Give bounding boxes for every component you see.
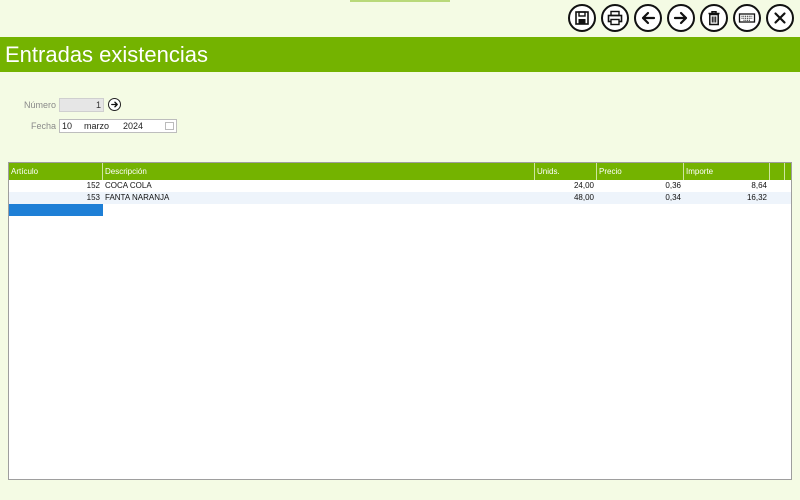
- close-button[interactable]: [766, 4, 794, 32]
- next-button[interactable]: [667, 4, 695, 32]
- table-row[interactable]: 152 COCA COLA 24,00 0,36 8,64: [9, 180, 791, 192]
- numero-input[interactable]: 1: [59, 98, 104, 112]
- cell-unids[interactable]: 48,00: [535, 192, 597, 204]
- cell-descripcion[interactable]: COCA COLA: [103, 180, 535, 192]
- go-arrow-icon[interactable]: [108, 98, 121, 111]
- print-button[interactable]: [601, 4, 629, 32]
- previous-button[interactable]: [634, 4, 662, 32]
- cell-articulo[interactable]: 153: [9, 192, 103, 204]
- trash-icon: [708, 11, 720, 26]
- table-row[interactable]: 153 FANTA NARANJA 48,00 0,34 16,32: [9, 192, 791, 204]
- cell-unids[interactable]: 24,00: [535, 180, 597, 192]
- keyboard-icon: [738, 13, 756, 23]
- fecha-label: Fecha: [30, 121, 56, 131]
- cell-precio[interactable]: 0,34: [597, 192, 684, 204]
- arrow-left-icon: [641, 11, 656, 25]
- cell-descripcion[interactable]: FANTA NARANJA: [103, 192, 535, 204]
- cell-importe[interactable]: 8,64: [684, 180, 770, 192]
- save-icon: [575, 11, 589, 25]
- fecha-date-field[interactable]: 10 marzo 2024: [59, 119, 177, 133]
- column-header-descripcion[interactable]: Descripción: [103, 163, 535, 180]
- selected-articulo-cell[interactable]: [9, 204, 103, 216]
- fecha-month: marzo: [84, 121, 110, 131]
- new-entry-row[interactable]: [9, 204, 791, 216]
- page-title: Entradas existencias: [5, 41, 208, 67]
- keyboard-button[interactable]: [733, 4, 761, 32]
- column-header-importe[interactable]: Importe: [684, 163, 770, 180]
- save-button[interactable]: [568, 4, 596, 32]
- close-icon: [774, 12, 786, 24]
- title-bar: Entradas existencias: [0, 37, 800, 72]
- toolbar: [568, 4, 794, 34]
- arrow-right-icon: [673, 11, 688, 25]
- print-icon: [607, 10, 623, 26]
- cell-precio[interactable]: 0,36: [597, 180, 684, 192]
- column-header-unids[interactable]: Unids.: [535, 163, 597, 180]
- numero-label: Número: [23, 100, 56, 110]
- cell-articulo[interactable]: 152: [9, 180, 103, 192]
- grid-header: Artículo Descripción Unids. Precio Impor…: [9, 163, 791, 180]
- top-strip: [350, 0, 450, 2]
- entries-grid: Artículo Descripción Unids. Precio Impor…: [8, 162, 792, 480]
- column-header-spacer: [770, 163, 785, 180]
- column-header-precio[interactable]: Precio: [597, 163, 684, 180]
- fecha-day: 10: [62, 121, 73, 131]
- fecha-year: 2024: [123, 121, 144, 131]
- calendar-icon[interactable]: [165, 122, 174, 130]
- column-header-articulo[interactable]: Artículo: [9, 163, 103, 180]
- cell-importe[interactable]: 16,32: [684, 192, 770, 204]
- delete-button[interactable]: [700, 4, 728, 32]
